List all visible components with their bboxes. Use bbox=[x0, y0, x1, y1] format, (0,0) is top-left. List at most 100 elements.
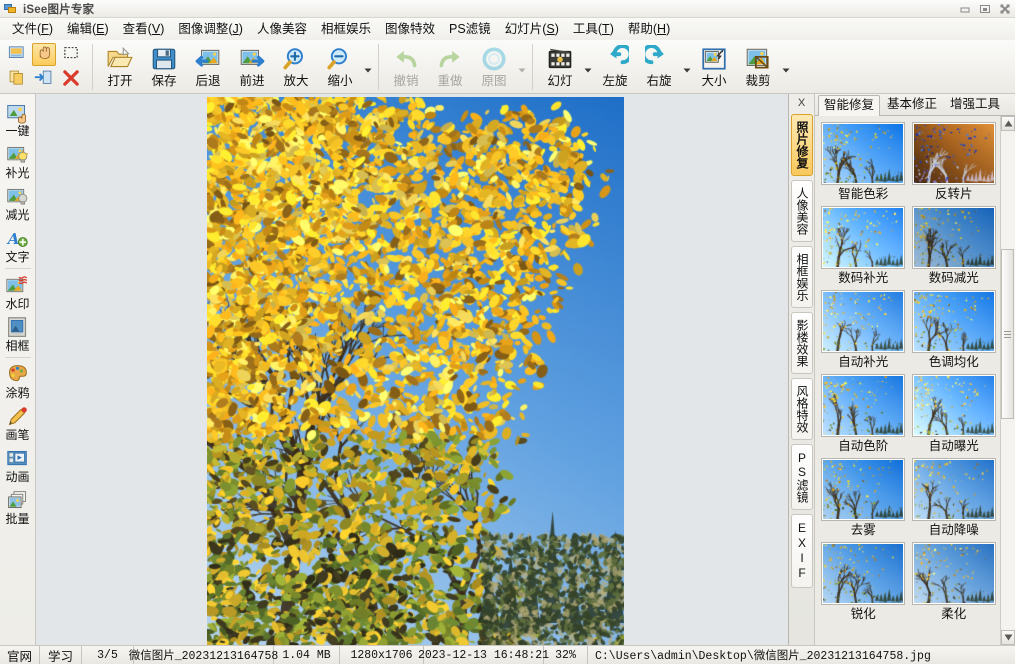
rail-item-相框[interactable]: 相框 bbox=[0, 313, 36, 355]
effect-thumbnail[interactable] bbox=[912, 206, 996, 269]
rail-item-批量[interactable]: 批量 bbox=[0, 486, 36, 528]
menu-item-3[interactable]: 图像调整(J) bbox=[171, 19, 250, 39]
toolbar-button-右旋[interactable]: 右旋 bbox=[637, 41, 681, 90]
menu-item-1[interactable]: 编辑(E) bbox=[60, 19, 116, 39]
effect-item-自动曝光[interactable]: 自动曝光 bbox=[912, 374, 997, 458]
photo-display[interactable] bbox=[207, 97, 624, 645]
hand-tool[interactable] bbox=[32, 43, 56, 66]
effect-item-去雾[interactable]: 去雾 bbox=[821, 458, 906, 542]
browse-tool[interactable] bbox=[5, 43, 29, 66]
rail-item-一键[interactable]: 一键 bbox=[0, 98, 36, 140]
vertical-tab-风格特效[interactable]: 风格特效 bbox=[791, 378, 813, 440]
toolbar-button-重做[interactable]: 重做 bbox=[428, 41, 472, 90]
toolbar-button-撤销[interactable]: 撤销 bbox=[384, 41, 428, 90]
scroll-down-button[interactable] bbox=[1001, 630, 1015, 645]
effect-thumbnail[interactable] bbox=[821, 374, 905, 437]
rail-item-文字[interactable]: A文字 bbox=[0, 224, 36, 266]
rail-item-画笔[interactable]: 画笔 bbox=[0, 402, 36, 444]
export-tool[interactable] bbox=[32, 68, 56, 91]
chevron-down-icon[interactable] bbox=[516, 68, 527, 73]
effect-item-数码补光[interactable]: 数码补光 bbox=[821, 206, 906, 290]
menu-item-8[interactable]: 幻灯片(S) bbox=[498, 19, 566, 39]
toolbar-button-大小[interactable]: 大小 bbox=[692, 41, 736, 90]
effect-thumbnail[interactable] bbox=[821, 542, 905, 605]
panel-tab-增强工具[interactable]: 增强工具 bbox=[944, 94, 1006, 115]
chevron-down-icon[interactable] bbox=[780, 68, 791, 73]
menu-item-0[interactable]: 文件(F) bbox=[5, 19, 60, 39]
menu-item-10[interactable]: 帮助(H) bbox=[621, 19, 677, 39]
close-panel-button[interactable]: X bbox=[789, 96, 814, 110]
toolbar-button-缩小[interactable]: 缩小 bbox=[318, 41, 362, 90]
effect-thumbnail[interactable] bbox=[912, 122, 996, 185]
vertical-tab-EXIF[interactable]: EXIF bbox=[791, 514, 813, 588]
select-tool[interactable] bbox=[59, 43, 83, 66]
rail-item-涂鸦[interactable]: 涂鸦 bbox=[0, 360, 36, 402]
effects-scrollbar[interactable] bbox=[1000, 116, 1015, 645]
vertical-tab-影楼效果[interactable]: 影楼效果 bbox=[791, 312, 813, 374]
chevron-down-icon[interactable] bbox=[582, 68, 593, 73]
menu-item-7[interactable]: PS滤镜 bbox=[442, 19, 498, 39]
rail-item-label: 补光 bbox=[5, 166, 29, 180]
delete-tool[interactable] bbox=[59, 68, 83, 91]
scrollbar-track[interactable] bbox=[1001, 131, 1015, 630]
toolbar-group-transform: 幻灯左旋右旋大小裁剪 bbox=[538, 41, 791, 93]
copy-tool[interactable] bbox=[5, 68, 29, 91]
effect-thumbnail[interactable] bbox=[821, 458, 905, 521]
effect-thumbnail[interactable] bbox=[821, 206, 905, 269]
panel-tab-智能修复[interactable]: 智能修复 bbox=[818, 95, 880, 116]
slideshow-film-icon bbox=[546, 45, 574, 73]
status-site-link[interactable]: 官网 bbox=[0, 646, 40, 664]
vertical-tab-PS滤镜[interactable]: PS滤镜 bbox=[791, 444, 813, 510]
menu-item-5[interactable]: 相框娱乐 bbox=[314, 19, 378, 39]
toolbar-button-幻灯[interactable]: 幻灯 bbox=[538, 41, 582, 90]
effect-item-智能色彩[interactable]: 智能色彩 bbox=[821, 122, 906, 206]
menu-item-4[interactable]: 人像美容 bbox=[250, 19, 314, 39]
minimize-button[interactable] bbox=[958, 2, 971, 15]
toolbar-button-保存[interactable]: 保存 bbox=[142, 41, 186, 90]
toolbar-button-后退[interactable]: 后退 bbox=[186, 41, 230, 90]
effect-thumbnail[interactable] bbox=[912, 458, 996, 521]
menu-item-6[interactable]: 图像特效 bbox=[378, 19, 442, 39]
rail-item-动画[interactable]: 动画 bbox=[0, 444, 36, 486]
toolbar-button-裁剪[interactable]: 裁剪 bbox=[736, 41, 780, 90]
image-canvas-area[interactable] bbox=[36, 94, 789, 645]
effect-item-柔化[interactable]: 柔化 bbox=[912, 542, 997, 626]
toolbar-separator bbox=[92, 44, 93, 90]
vertical-tab-相框娱乐[interactable]: 相框娱乐 bbox=[791, 246, 813, 308]
left-tool-rail: 一键补光减光A文字水印相框涂鸦画笔动画批量 bbox=[0, 94, 36, 645]
chevron-down-icon[interactable] bbox=[681, 68, 692, 73]
menu-item-9[interactable]: 工具(T) bbox=[566, 19, 621, 39]
toolbar-button-原图[interactable]: 原图 bbox=[472, 41, 516, 90]
effect-item-自动降噪[interactable]: 自动降噪 bbox=[912, 458, 997, 542]
effect-item-自动色阶[interactable]: 自动色阶 bbox=[821, 374, 906, 458]
effect-thumbnail[interactable] bbox=[821, 290, 905, 353]
close-button[interactable] bbox=[998, 2, 1011, 15]
toolbar-button-前进[interactable]: 前进 bbox=[230, 41, 274, 90]
vertical-tab-人像美容[interactable]: 人像美容 bbox=[791, 180, 813, 242]
next-image-icon bbox=[238, 45, 266, 73]
effect-item-自动补光[interactable]: 自动补光 bbox=[821, 290, 906, 374]
menu-item-2[interactable]: 查看(V) bbox=[116, 19, 172, 39]
status-learn-link[interactable]: 学习 bbox=[40, 646, 82, 664]
effect-item-反转片[interactable]: 反转片 bbox=[912, 122, 997, 206]
scroll-up-button[interactable] bbox=[1001, 116, 1015, 131]
rail-item-补光[interactable]: 补光 bbox=[0, 140, 36, 182]
rail-item-水印[interactable]: 水印 bbox=[0, 271, 36, 313]
effect-thumbnail[interactable] bbox=[912, 542, 996, 605]
rail-item-label: 画笔 bbox=[5, 428, 29, 442]
maximize-button[interactable] bbox=[978, 2, 991, 15]
effect-item-数码减光[interactable]: 数码减光 bbox=[912, 206, 997, 290]
toolbar-button-左旋[interactable]: 左旋 bbox=[593, 41, 637, 90]
effect-thumbnail[interactable] bbox=[912, 290, 996, 353]
effect-thumbnail[interactable] bbox=[912, 374, 996, 437]
rail-item-减光[interactable]: 减光 bbox=[0, 182, 36, 224]
panel-tab-基本修正[interactable]: 基本修正 bbox=[881, 94, 943, 115]
toolbar-button-打开[interactable]: 打开 bbox=[98, 41, 142, 90]
effect-item-锐化[interactable]: 锐化 bbox=[821, 542, 906, 626]
scrollbar-thumb[interactable] bbox=[1001, 249, 1014, 419]
toolbar-button-放大[interactable]: 放大 bbox=[274, 41, 318, 90]
effect-thumbnail[interactable] bbox=[821, 122, 905, 185]
chevron-down-icon[interactable] bbox=[362, 68, 373, 73]
effect-item-色调均化[interactable]: 色调均化 bbox=[912, 290, 997, 374]
vertical-tab-照片修复[interactable]: 照片修复 bbox=[791, 114, 813, 176]
